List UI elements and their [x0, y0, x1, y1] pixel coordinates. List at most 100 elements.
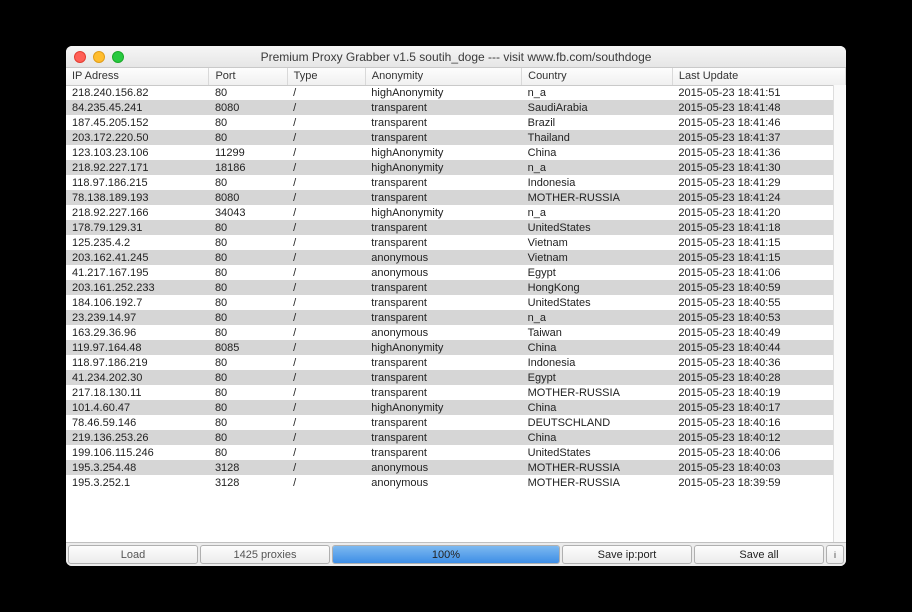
cell-update: 2015-05-23 18:40:03 [672, 460, 845, 475]
cell-update: 2015-05-23 18:41:51 [672, 85, 845, 100]
table-row[interactable]: 203.162.41.24580/anonymousVietnam2015-05… [66, 250, 846, 265]
table-row[interactable]: 199.106.115.24680/transparentUnitedState… [66, 445, 846, 460]
cell-update: 2015-05-23 18:40:17 [672, 400, 845, 415]
table-row[interactable]: 178.79.129.3180/transparentUnitedStates2… [66, 220, 846, 235]
cell-country: MOTHER-RUSSIA [522, 190, 673, 205]
scrollbar[interactable] [833, 85, 846, 542]
cell-type: / [287, 145, 365, 160]
cell-country: MOTHER-RUSSIA [522, 475, 673, 490]
col-header-country[interactable]: Country [522, 68, 673, 85]
cell-anon: transparent [365, 100, 521, 115]
cell-port: 80 [209, 310, 287, 325]
col-header-anonymity[interactable]: Anonymity [365, 68, 521, 85]
cell-anon: transparent [365, 295, 521, 310]
table-row[interactable]: 218.92.227.16634043/highAnonymityn_a2015… [66, 205, 846, 220]
col-header-ip[interactable]: IP Adress [66, 68, 209, 85]
col-header-type[interactable]: Type [287, 68, 365, 85]
cell-anon: transparent [365, 355, 521, 370]
cell-port: 80 [209, 445, 287, 460]
cell-ip: 118.97.186.215 [66, 175, 209, 190]
cell-update: 2015-05-23 18:40:59 [672, 280, 845, 295]
table-row[interactable]: 23.239.14.9780/transparentn_a2015-05-23 … [66, 310, 846, 325]
cell-type: / [287, 310, 365, 325]
cell-ip: 118.97.186.219 [66, 355, 209, 370]
cell-port: 80 [209, 355, 287, 370]
cell-type: / [287, 235, 365, 250]
table-row[interactable]: 184.106.192.780/transparentUnitedStates2… [66, 295, 846, 310]
load-button[interactable]: Load [68, 545, 198, 564]
window-title: Premium Proxy Grabber v1.5 soutih_doge -… [66, 50, 846, 64]
cell-ip: 23.239.14.97 [66, 310, 209, 325]
title-bar: Premium Proxy Grabber v1.5 soutih_doge -… [66, 46, 846, 68]
col-header-last-update[interactable]: Last Update [672, 68, 845, 85]
save-ipport-button[interactable]: Save ip:port [562, 545, 692, 564]
cell-update: 2015-05-23 18:41:24 [672, 190, 845, 205]
cell-update: 2015-05-23 18:40:53 [672, 310, 845, 325]
cell-anon: anonymous [365, 475, 521, 490]
table-row[interactable]: 195.3.254.483128/anonymousMOTHER-RUSSIA2… [66, 460, 846, 475]
cell-port: 3128 [209, 460, 287, 475]
cell-type: / [287, 85, 365, 100]
cell-update: 2015-05-23 18:40:44 [672, 340, 845, 355]
cell-anon: highAnonymity [365, 85, 521, 100]
cell-port: 8080 [209, 190, 287, 205]
cell-update: 2015-05-23 18:41:36 [672, 145, 845, 160]
table-row[interactable]: 219.136.253.2680/transparentChina2015-05… [66, 430, 846, 445]
table-row[interactable]: 118.97.186.21580/transparentIndonesia201… [66, 175, 846, 190]
cell-type: / [287, 205, 365, 220]
table-row[interactable]: 203.172.220.5080/transparentThailand2015… [66, 130, 846, 145]
info-button[interactable]: i [826, 545, 844, 564]
cell-country: MOTHER-RUSSIA [522, 460, 673, 475]
cell-type: / [287, 355, 365, 370]
table-row[interactable]: 78.46.59.14680/transparentDEUTSCHLAND201… [66, 415, 846, 430]
cell-anon: transparent [365, 415, 521, 430]
cell-country: n_a [522, 205, 673, 220]
cell-ip: 218.92.227.171 [66, 160, 209, 175]
cell-ip: 84.235.45.241 [66, 100, 209, 115]
progress-text: 100% [432, 549, 460, 561]
table-row[interactable]: 195.3.252.13128/anonymousMOTHER-RUSSIA20… [66, 475, 846, 490]
cell-port: 80 [209, 220, 287, 235]
col-header-port[interactable]: Port [209, 68, 287, 85]
table-row[interactable]: 218.92.227.17118186/highAnonymityn_a2015… [66, 160, 846, 175]
cell-update: 2015-05-23 18:41:30 [672, 160, 845, 175]
table-row[interactable]: 125.235.4.280/transparentVietnam2015-05-… [66, 235, 846, 250]
cell-port: 34043 [209, 205, 287, 220]
cell-anon: transparent [365, 130, 521, 145]
cell-update: 2015-05-23 18:41:37 [672, 130, 845, 145]
cell-country: China [522, 340, 673, 355]
cell-port: 8080 [209, 100, 287, 115]
cell-type: / [287, 250, 365, 265]
table-row[interactable]: 118.97.186.21980/transparentIndonesia201… [66, 355, 846, 370]
save-all-button[interactable]: Save all [694, 545, 824, 564]
cell-update: 2015-05-23 18:41:06 [672, 265, 845, 280]
table-row[interactable]: 163.29.36.9680/anonymousTaiwan2015-05-23… [66, 325, 846, 340]
table-row[interactable]: 187.45.205.15280/transparentBrazil2015-0… [66, 115, 846, 130]
proxy-table: IP Adress Port Type Anonymity Country La… [66, 68, 846, 490]
cell-country: Brazil [522, 115, 673, 130]
cell-ip: 178.79.129.31 [66, 220, 209, 235]
cell-type: / [287, 265, 365, 280]
table-row[interactable]: 41.234.202.3080/transparentEgypt2015-05-… [66, 370, 846, 385]
cell-port: 80 [209, 430, 287, 445]
cell-anon: anonymous [365, 460, 521, 475]
cell-country: China [522, 430, 673, 445]
table-row[interactable]: 217.18.130.1180/transparentMOTHER-RUSSIA… [66, 385, 846, 400]
cell-port: 80 [209, 280, 287, 295]
table-row[interactable]: 101.4.60.4780/highAnonymityChina2015-05-… [66, 400, 846, 415]
minimize-icon[interactable] [93, 51, 105, 63]
table-row[interactable]: 78.138.189.1938080/transparentMOTHER-RUS… [66, 190, 846, 205]
table-row[interactable]: 41.217.167.19580/anonymousEgypt2015-05-2… [66, 265, 846, 280]
cell-port: 80 [209, 370, 287, 385]
table-row[interactable]: 203.161.252.23380/transparentHongKong201… [66, 280, 846, 295]
table-row[interactable]: 218.240.156.8280/highAnonymityn_a2015-05… [66, 85, 846, 100]
cell-country: n_a [522, 85, 673, 100]
table-row[interactable]: 119.97.164.488085/highAnonymityChina2015… [66, 340, 846, 355]
table-row[interactable]: 123.103.23.10611299/highAnonymityChina20… [66, 145, 846, 160]
cell-update: 2015-05-23 18:40:16 [672, 415, 845, 430]
cell-country: Egypt [522, 265, 673, 280]
close-icon[interactable] [74, 51, 86, 63]
cell-ip: 203.161.252.233 [66, 280, 209, 295]
maximize-icon[interactable] [112, 51, 124, 63]
table-row[interactable]: 84.235.45.2418080/transparentSaudiArabia… [66, 100, 846, 115]
